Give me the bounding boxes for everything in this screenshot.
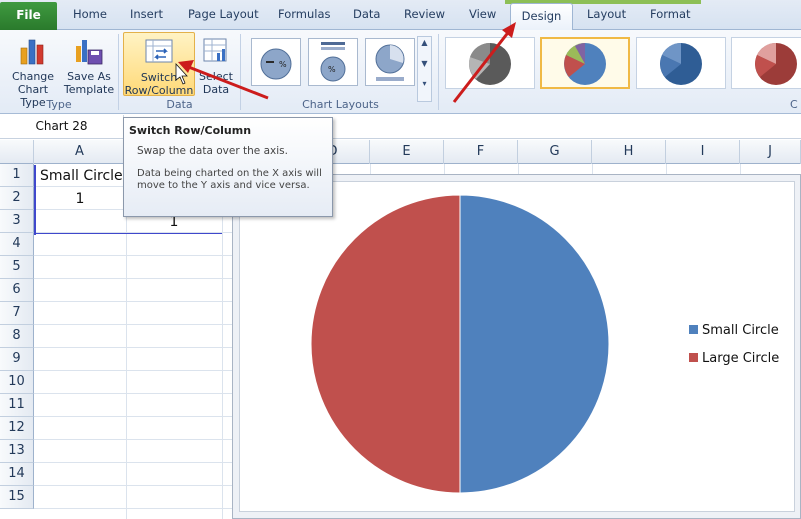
chart-style-2-thumbnail-selected[interactable] — [540, 37, 630, 89]
row-header-11[interactable]: 11 — [0, 394, 34, 417]
more-icon[interactable]: ▾ — [418, 78, 431, 89]
group-separator — [240, 34, 241, 110]
legend-item-large-circle: Large Circle — [689, 348, 789, 376]
row-header-9[interactable]: 9 — [0, 348, 34, 371]
bar-chart-icon — [18, 36, 48, 66]
tooltip-title: Switch Row/Column — [129, 124, 252, 137]
name-box[interactable]: Chart 28 — [0, 115, 124, 139]
data-range-highlight — [34, 233, 222, 234]
column-header-i[interactable]: I — [666, 140, 740, 164]
row-header-6[interactable]: 6 — [0, 279, 34, 302]
svg-text:%: % — [328, 65, 336, 74]
ribbon-tab-bar: File Home Insert Page Layout Formulas Da… — [0, 0, 801, 31]
data-range-highlight-left — [34, 165, 36, 235]
select-data-label-1: Select — [199, 70, 233, 83]
tab-formulas[interactable]: Formulas — [278, 7, 331, 21]
row-header-8[interactable]: 8 — [0, 325, 34, 348]
switch-row-column-button[interactable]: Switch Row/Column — [123, 32, 195, 97]
cell-a2[interactable]: 1 — [34, 188, 126, 210]
row-header-4[interactable]: 4 — [0, 233, 34, 256]
column-header-g[interactable]: G — [518, 140, 592, 164]
tab-file[interactable]: File — [0, 2, 57, 30]
chart-layout-2-thumbnail[interactable]: % — [308, 38, 358, 86]
scroll-down-icon[interactable]: ▼ — [418, 58, 431, 69]
row-header-7[interactable]: 7 — [0, 302, 34, 325]
change-chart-type-button[interactable]: Change Chart Type — [4, 32, 62, 109]
legend-label-large-circle: Large Circle — [702, 351, 780, 366]
switch-row-column-tooltip: Switch Row/Column Swap the data over the… — [123, 117, 333, 217]
pie-slice-large-circle[interactable] — [310, 194, 461, 494]
chart-legend[interactable]: Small Circle Large Circle — [689, 320, 789, 376]
row-header-3[interactable]: 3 — [0, 210, 34, 233]
row-header-1[interactable]: 1 — [0, 164, 34, 187]
select-all-corner[interactable] — [0, 140, 34, 164]
chart-layout-3-thumbnail[interactable] — [365, 38, 415, 86]
legend-swatch-small-circle — [689, 325, 698, 334]
tab-layout[interactable]: Layout — [587, 7, 626, 21]
tooltip-description: Swap the data over the axis. — [137, 145, 288, 157]
row-header-2[interactable]: 2 — [0, 187, 34, 210]
group-separator — [438, 34, 439, 110]
data-group-label: Data — [166, 98, 193, 111]
switch-row-column-label-2: Row/Column — [124, 84, 194, 97]
tab-review[interactable]: Review — [404, 7, 445, 21]
select-data-icon — [201, 36, 231, 66]
switch-row-column-icon — [144, 37, 174, 67]
chart-style-3-thumbnail[interactable] — [636, 37, 726, 89]
tab-insert[interactable]: Insert — [130, 7, 163, 21]
type-group-label: Type — [46, 98, 72, 111]
switch-row-column-label-1: Switch — [140, 71, 178, 84]
tab-data[interactable]: Data — [353, 7, 380, 21]
tab-home[interactable]: Home — [73, 7, 107, 21]
legend-item-small-circle: Small Circle — [689, 320, 789, 348]
column-header-e[interactable]: E — [370, 140, 444, 164]
excel-window: File Home Insert Page Layout Formulas Da… — [0, 0, 801, 519]
tab-page-layout[interactable]: Page Layout — [188, 7, 259, 21]
save-as-template-label-2: Template — [63, 83, 115, 96]
tab-design[interactable]: Design — [510, 3, 573, 31]
column-header-h[interactable]: H — [592, 140, 666, 164]
legend-swatch-large-circle — [689, 353, 698, 362]
tab-view[interactable]: View — [469, 7, 496, 21]
formula-bar: Chart 28 — [0, 115, 801, 139]
save-as-template-label-1: Save As — [67, 70, 111, 83]
tab-format[interactable]: Format — [650, 7, 691, 21]
chart-layouts-group-label: Chart Layouts — [302, 98, 379, 111]
row-header-15[interactable]: 15 — [0, 486, 34, 509]
scroll-up-icon[interactable]: ▲ — [418, 37, 431, 48]
row-header-13[interactable]: 13 — [0, 440, 34, 463]
chart-styles-group-label: C — [790, 98, 798, 111]
row-header-14[interactable]: 14 — [0, 463, 34, 486]
chart-style-1-thumbnail[interactable] — [445, 37, 535, 89]
chart-layout-1-thumbnail[interactable]: % — [251, 38, 301, 86]
row-header-12[interactable]: 12 — [0, 417, 34, 440]
ribbon-design: Change Chart Type Save As Template Type — [0, 30, 801, 114]
pie-slice-small-circle[interactable] — [459, 194, 610, 494]
column-header-a[interactable]: A — [34, 140, 126, 164]
column-header-row: A B C D E F G H I J — [0, 140, 801, 164]
chart-layouts-scroll[interactable]: ▲ ▼ ▾ — [417, 36, 432, 102]
save-as-template-button[interactable]: Save As Template — [63, 32, 115, 96]
column-header-f[interactable]: F — [444, 140, 518, 164]
select-data-button[interactable]: Select Data — [196, 32, 236, 96]
column-header-j[interactable]: J — [740, 140, 801, 164]
save-template-icon — [74, 36, 104, 66]
chart-style-4-thumbnail[interactable] — [731, 37, 801, 89]
legend-label-small-circle: Small Circle — [702, 323, 779, 338]
change-chart-type-label-1: Change — [11, 70, 55, 83]
row-header-10[interactable]: 10 — [0, 371, 34, 394]
svg-text:%: % — [279, 60, 287, 69]
row-header-5[interactable]: 5 — [0, 256, 34, 279]
column-gridline — [222, 164, 223, 519]
cell-a1[interactable]: Small Circle — [40, 165, 126, 187]
select-data-label-2: Data — [202, 83, 230, 96]
tooltip-detail: Data being charted on the X axis will mo… — [137, 168, 322, 191]
